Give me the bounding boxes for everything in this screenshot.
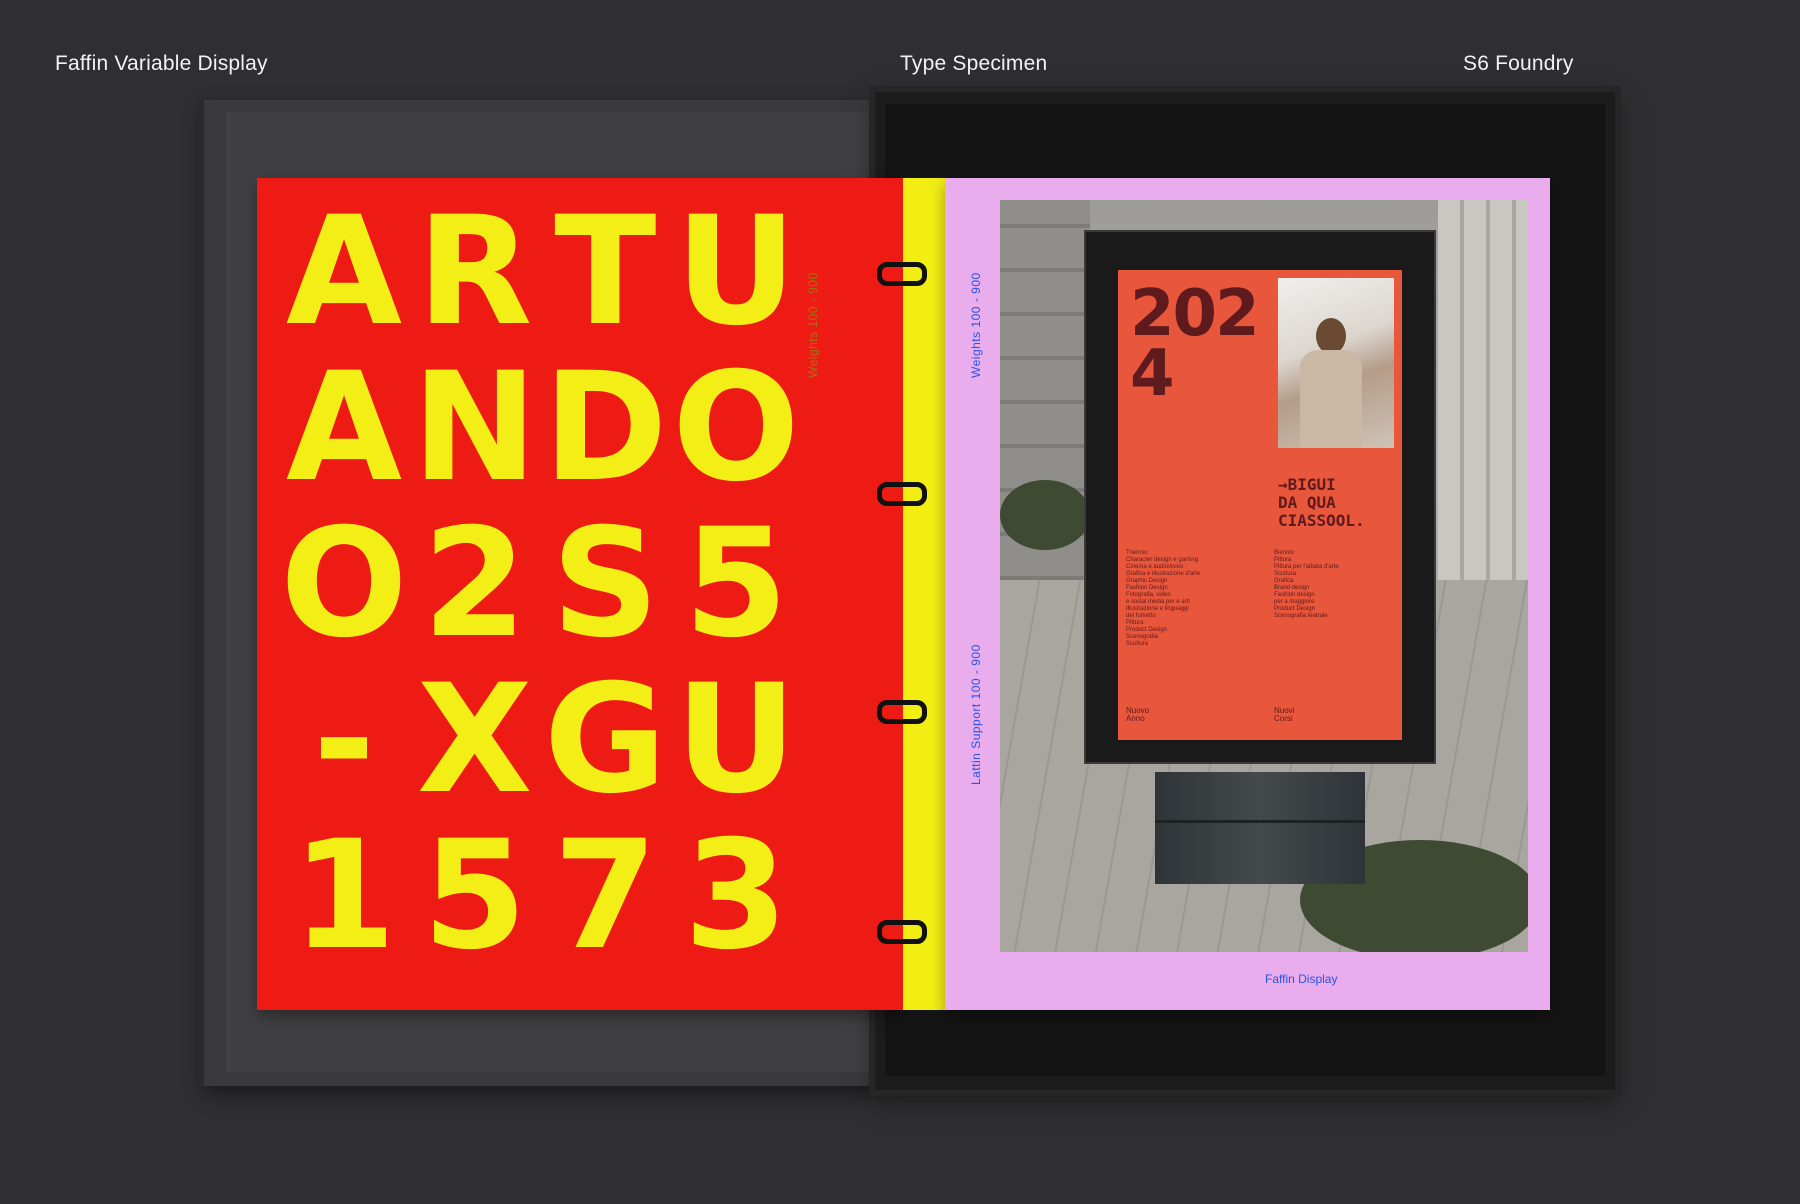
- specimen-glyph: 7: [553, 809, 657, 983]
- glyph-row: 1573: [278, 809, 798, 983]
- shrub: [1000, 480, 1090, 550]
- specimen-glyph: -: [312, 653, 375, 827]
- poster-footer-left: Nuovo Anno: [1126, 706, 1150, 723]
- specimen-glyph: 5: [422, 809, 526, 983]
- left-page-side-label: Weights 100 - 900: [806, 272, 820, 378]
- glyph-row: -XGU: [278, 653, 798, 827]
- poster-course-list-1: Triennio Character design e gaming Cinem…: [1126, 550, 1201, 647]
- billboard-stand: [1155, 772, 1365, 884]
- poster-year: 2024: [1130, 277, 1270, 411]
- binder-ring: [877, 700, 927, 724]
- street-billboard-photo: 2024 →BIGUI DA QUA CIASSOOL. Triennio Ch…: [1000, 200, 1528, 952]
- header-center-title: Type Specimen: [900, 52, 1048, 75]
- glyph-row: ANDO: [278, 341, 800, 515]
- specimen-glyph: 2: [422, 497, 526, 671]
- right-page-side-label-top: Weights 100 - 900: [969, 272, 983, 378]
- poster-photo: [1278, 278, 1394, 448]
- building-left: [1000, 200, 1090, 620]
- specimen-glyph: 1: [291, 809, 396, 983]
- specimen-glyph: A: [285, 341, 402, 515]
- header-right-title: S6 Foundry: [1463, 52, 1574, 75]
- specimen-glyph: O: [672, 341, 800, 515]
- model-body: [1300, 350, 1362, 448]
- poster-course-list-2: Biennio Pittura Pittura per l'albata d'a…: [1274, 550, 1339, 619]
- binding-strip: [903, 178, 945, 1010]
- poster-headline: →BIGUI DA QUA CIASSOOL.: [1278, 475, 1365, 530]
- poster-year-text: 2024: [1130, 277, 1260, 411]
- specimen-glyph: A: [285, 185, 402, 359]
- specimen-glyph: S: [551, 497, 659, 671]
- right-page-footer: Faffin Display: [1265, 972, 1338, 986]
- header-left-title: Faffin Variable Display: [55, 52, 268, 75]
- glyph-row: ARTU: [278, 185, 798, 359]
- specimen-glyph: U: [675, 653, 797, 827]
- specimen-glyph: D: [543, 341, 668, 515]
- binder-ring: [877, 482, 927, 506]
- billboard-stand-seam: [1155, 820, 1365, 823]
- specimen-glyph: R: [416, 185, 533, 359]
- glyph-row: O2S5: [278, 497, 798, 671]
- specimen-glyph: 3: [683, 809, 788, 983]
- specimen-glyph: O: [280, 497, 408, 671]
- specimen-glyph: T: [554, 185, 656, 359]
- specimen-glyph: U: [675, 185, 797, 359]
- specimen-glyph: N: [411, 341, 538, 515]
- model-head: [1316, 318, 1346, 354]
- right-page-side-label-bottom: Lattin Support 100 - 900: [969, 644, 983, 785]
- poster-footer-right: Nuovi Corsi: [1274, 706, 1295, 723]
- binder-ring: [877, 262, 927, 286]
- specimen-glyph: X: [416, 653, 533, 827]
- specimen-glyph: 5: [683, 497, 788, 671]
- specimen-glyph: G: [543, 653, 667, 827]
- poster: 2024 →BIGUI DA QUA CIASSOOL. Triennio Ch…: [1118, 270, 1402, 740]
- binder-ring: [877, 920, 927, 944]
- glyph-grid: ARTUANDOO2S5-XGU1573: [278, 185, 800, 983]
